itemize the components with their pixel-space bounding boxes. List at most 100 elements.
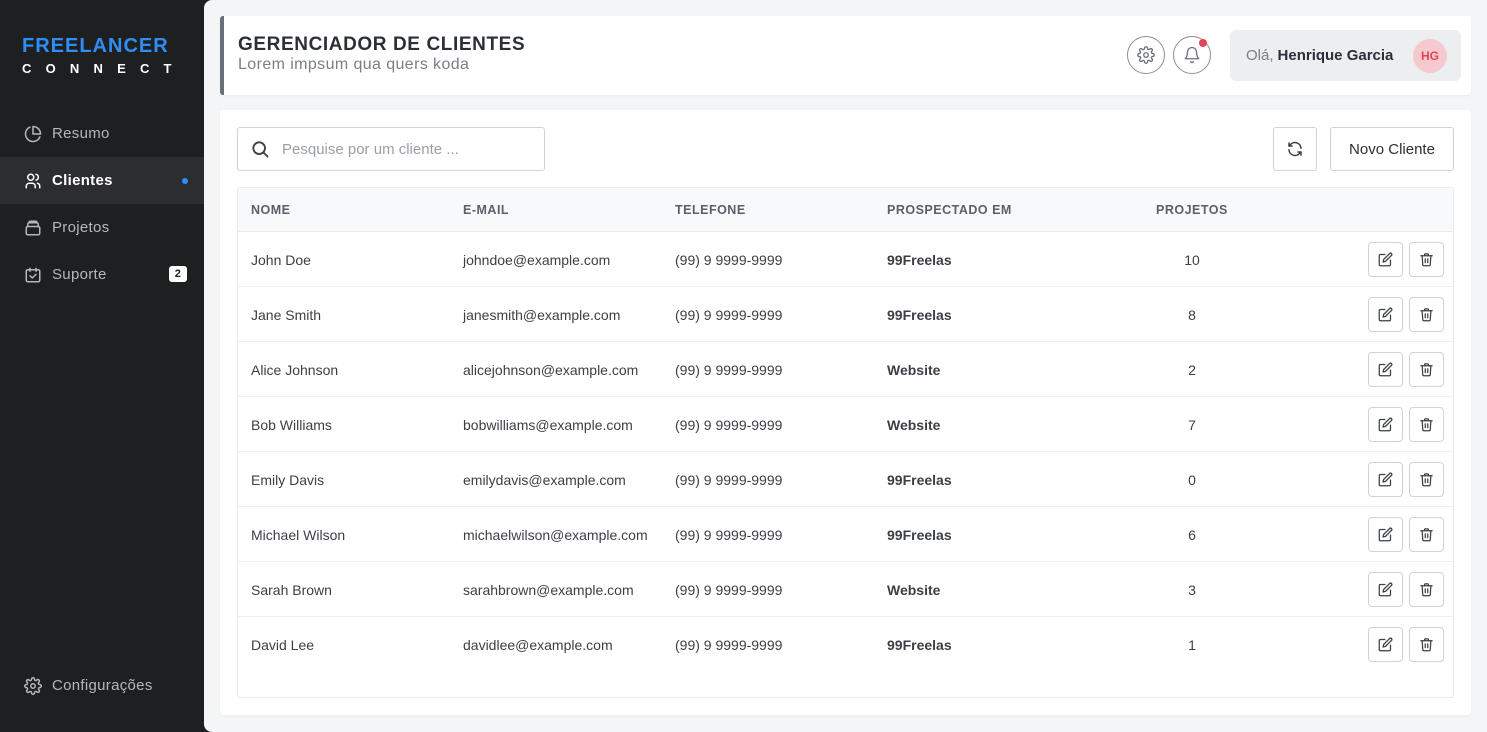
edit-button[interactable] [1368,572,1403,607]
delete-button[interactable] [1409,242,1444,277]
edit-icon [1378,417,1393,432]
sidebar: FREELANCER CONNECT Resumo Clientes Proje… [0,0,204,732]
client-name: Emily Davis [251,472,325,488]
edit-button[interactable] [1368,297,1403,332]
trash-icon [1419,307,1434,322]
search-box[interactable] [237,127,545,171]
refresh-button[interactable] [1273,127,1317,171]
edit-icon [1378,472,1393,487]
edit-button[interactable] [1368,242,1403,277]
active-indicator [182,178,188,184]
edit-button[interactable] [1368,627,1403,662]
folder-icon [24,219,42,237]
client-phone: (99) 9 9999-9999 [675,252,783,268]
search-icon [250,139,282,159]
greeting-text: Olá, [1246,47,1274,64]
refresh-icon [1286,140,1304,158]
client-email: bobwilliams@example.com [463,417,633,433]
notifications-button[interactable] [1173,36,1211,74]
edit-button[interactable] [1368,517,1403,552]
edit-icon [1378,527,1393,542]
column-header-phone[interactable]: TELEFONE [675,203,746,217]
column-header-projects[interactable]: PROJETOS [1156,203,1228,217]
client-phone: (99) 9 9999-9999 [675,417,783,433]
client-name: Jane Smith [251,307,322,323]
table-row[interactable]: Jane Smith janesmith@example.com (99) 9 … [238,287,1453,342]
client-name: Michael Wilson [251,527,346,543]
client-email: janesmith@example.com [463,307,621,323]
edit-button[interactable] [1368,407,1403,442]
table-row[interactable]: Emily Davis emilydavis@example.com (99) … [238,452,1453,507]
column-header-email[interactable]: E-MAIL [463,203,509,217]
delete-button[interactable] [1409,572,1444,607]
client-phone: (99) 9 9999-9999 [675,582,783,598]
client-source: 99Freelas [887,307,952,323]
edit-icon [1378,582,1393,597]
brand-line1: FREELANCER [22,35,169,57]
delete-button[interactable] [1409,462,1444,497]
client-projects-count: 2 [1188,362,1196,378]
client-projects-count: 10 [1184,252,1200,268]
sidebar-item-label: Configurações [52,677,153,694]
table-row[interactable]: Alice Johnson alicejohnson@example.com (… [238,342,1453,397]
delete-button[interactable] [1409,407,1444,442]
edit-button[interactable] [1368,352,1403,387]
bell-icon [1183,46,1201,64]
settings-button[interactable] [1127,36,1165,74]
sidebar-item-projetos[interactable]: Projetos [0,204,204,251]
client-email: sarahbrown@example.com [463,582,634,598]
table-row[interactable]: Michael Wilson michaelwilson@example.com… [238,507,1453,562]
delete-button[interactable] [1409,297,1444,332]
sidebar-item-resumo[interactable]: Resumo [0,110,204,157]
client-email: davidlee@example.com [463,637,613,653]
edit-icon [1378,307,1393,322]
client-name: John Doe [251,252,311,268]
support-count-badge: 2 [169,266,187,282]
client-phone: (99) 9 9999-9999 [675,362,783,378]
client-name: Sarah Brown [251,582,332,598]
trash-icon [1419,527,1434,542]
search-input[interactable] [282,140,522,158]
user-menu[interactable]: Olá, Henrique Garcia HG [1230,30,1461,81]
edit-button[interactable] [1368,462,1403,497]
brand-line2: CONNECT [22,61,186,76]
delete-button[interactable] [1409,627,1444,662]
column-header-name[interactable]: NOME [251,203,291,217]
avatar[interactable]: HG [1413,39,1447,73]
sidebar-item-suporte[interactable]: Suporte 2 [0,251,204,298]
delete-button[interactable] [1409,517,1444,552]
table-body: John Doe johndoe@example.com (99) 9 9999… [238,232,1453,672]
client-source: Website [887,582,941,598]
sidebar-nav: Resumo Clientes Projetos Suporte 2 [0,110,204,298]
table-row[interactable]: Sarah Brown sarahbrown@example.com (99) … [238,562,1453,617]
table-row[interactable]: John Doe johndoe@example.com (99) 9 9999… [238,232,1453,287]
new-client-button[interactable]: Novo Cliente [1330,127,1454,171]
client-phone: (99) 9 9999-9999 [675,307,783,323]
client-projects-count: 1 [1188,637,1196,653]
sidebar-item-clientes[interactable]: Clientes [0,157,204,204]
client-name: David Lee [251,637,315,653]
trash-icon [1419,252,1434,267]
client-name: Alice Johnson [251,362,339,378]
sidebar-item-label: Resumo [52,125,110,142]
trash-icon [1419,417,1434,432]
main-panel: GERENCIADOR DE CLIENTES Lorem impsum qua… [204,0,1487,732]
delete-button[interactable] [1409,352,1444,387]
sidebar-item-label: Suporte [52,266,107,283]
users-icon [24,172,42,190]
support-icon [24,266,42,284]
client-email: johndoe@example.com [463,252,611,268]
clients-panel: Novo Cliente NOME E-MAIL TELEFONE PROSPE… [220,110,1471,715]
gear-icon [24,676,42,695]
edit-icon [1378,637,1393,652]
brand-logo[interactable]: FREELANCER CONNECT [22,36,186,77]
page-subtitle: Lorem impsum qua quers koda [238,56,470,73]
client-projects-count: 8 [1188,307,1196,323]
sidebar-item-configuracoes[interactable]: Configurações [0,662,204,709]
clients-table: NOME E-MAIL TELEFONE PROSPECTADO EM PROJ… [237,187,1454,698]
client-projects-count: 3 [1188,582,1196,598]
column-header-source[interactable]: PROSPECTADO EM [887,203,1012,217]
table-row[interactable]: Bob Williams bobwilliams@example.com (99… [238,397,1453,452]
table-row[interactable]: David Lee davidlee@example.com (99) 9 99… [238,617,1453,672]
client-source: 99Freelas [887,527,952,543]
